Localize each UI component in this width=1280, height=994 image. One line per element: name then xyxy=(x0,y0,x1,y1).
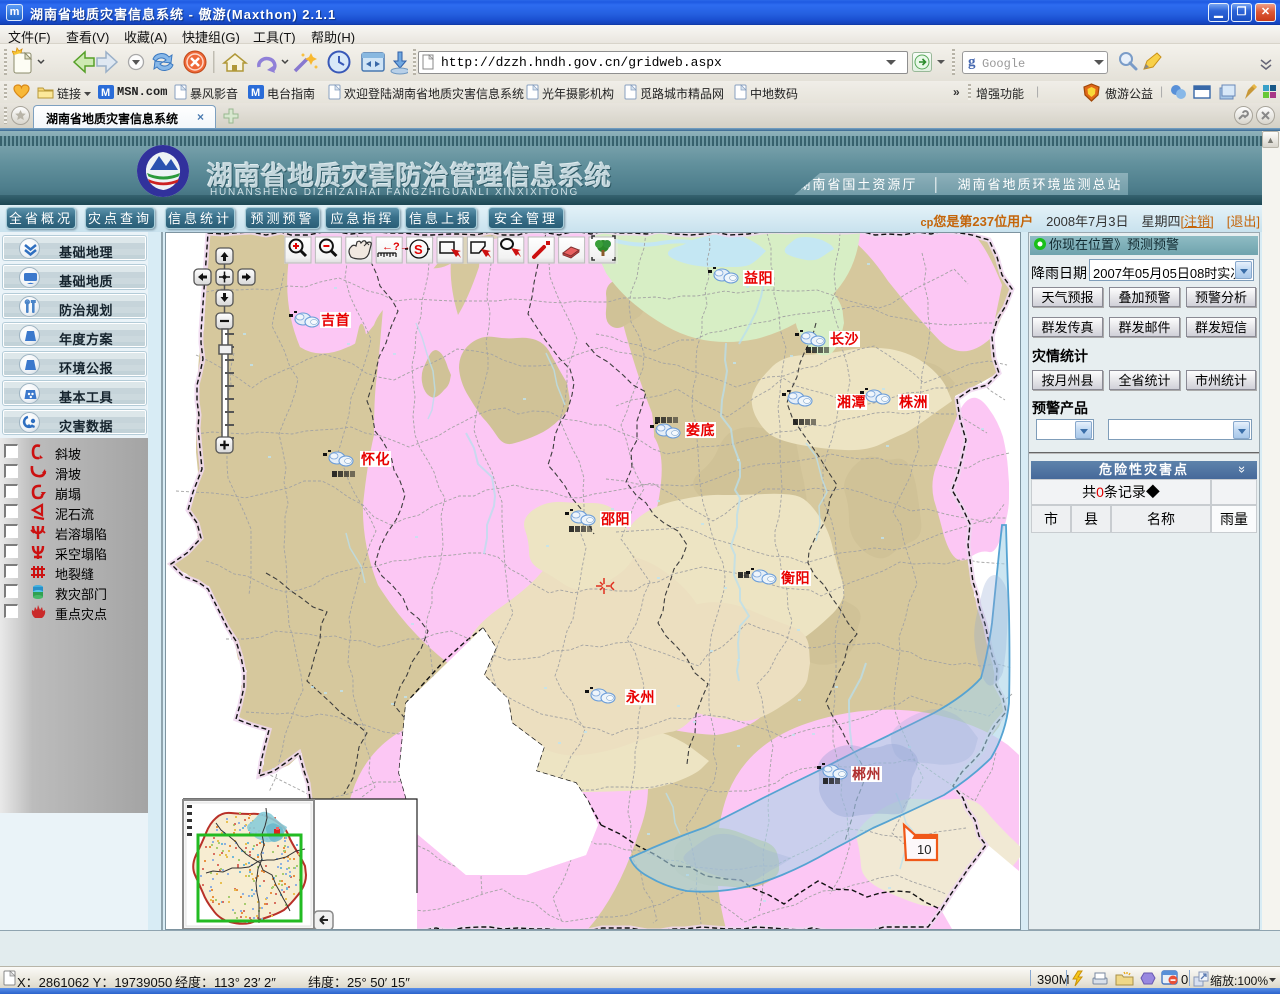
svg-text:益阳: 益阳 xyxy=(744,270,773,286)
svg-text:S: S xyxy=(414,242,423,257)
svg-text:郴州: 郴州 xyxy=(852,766,881,782)
svg-text:长沙: 长沙 xyxy=(830,331,859,347)
svg-text:怀化: 怀化 xyxy=(361,451,390,467)
svg-text:10: 10 xyxy=(917,842,931,857)
svg-text:邵阳: 邵阳 xyxy=(600,511,630,527)
svg-text:M: M xyxy=(251,87,260,99)
svg-text:永州: 永州 xyxy=(625,689,655,705)
svg-text:吉首: 吉首 xyxy=(321,312,350,328)
svg-text:←?→: ←?→ xyxy=(382,241,411,253)
svg-text:湘潭: 湘潭 xyxy=(837,394,866,410)
svg-text:株洲: 株洲 xyxy=(899,394,928,410)
svg-text:衡阳: 衡阳 xyxy=(781,570,810,586)
svg-text:M: M xyxy=(101,87,110,99)
svg-text:娄底: 娄底 xyxy=(686,422,715,438)
